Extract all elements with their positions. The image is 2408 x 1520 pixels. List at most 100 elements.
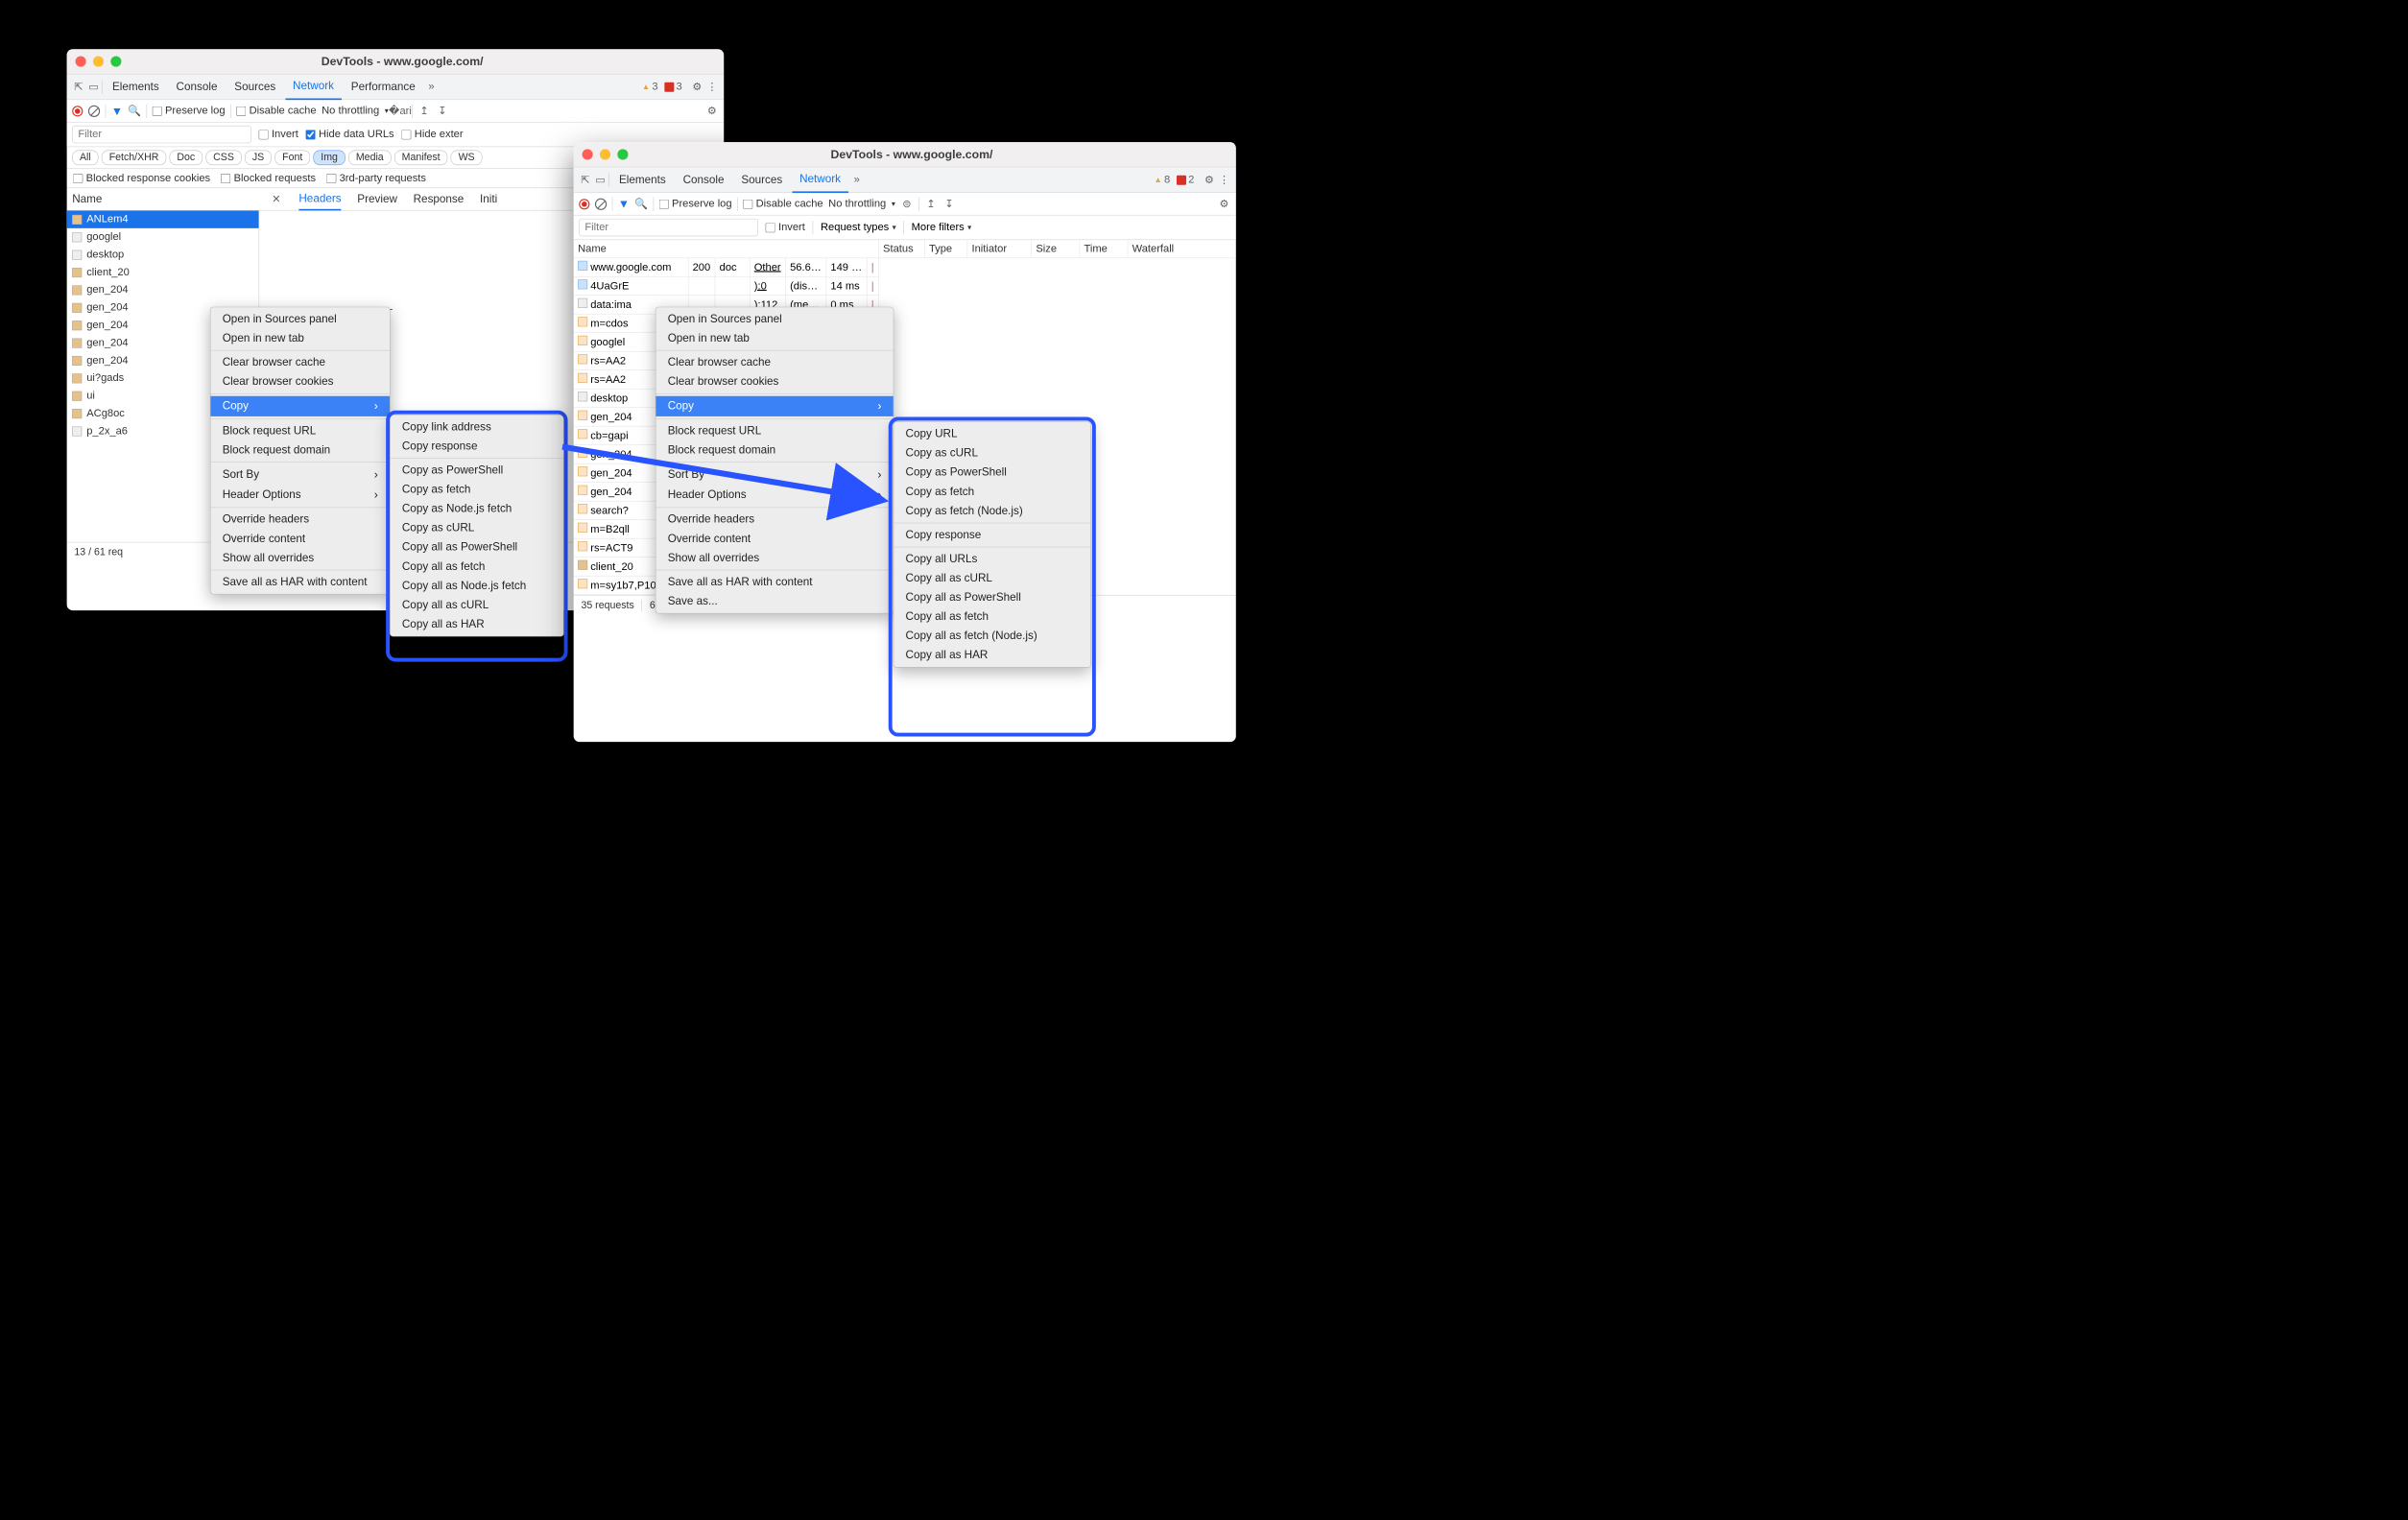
tab-console[interactable]: Console	[169, 74, 226, 100]
blocked-cookies-check[interactable]: Blocked response cookies	[73, 172, 210, 184]
pill-js[interactable]: JS	[245, 151, 272, 166]
disable-cache-check[interactable]: Disable cache	[236, 105, 316, 117]
subtab-headers[interactable]: Headers	[298, 193, 341, 211]
device-icon[interactable]: ▭	[87, 81, 100, 93]
pill-css[interactable]: CSS	[205, 151, 241, 166]
clear-icon[interactable]	[595, 198, 607, 209]
invert-check[interactable]: Invert	[766, 222, 805, 234]
request-row[interactable]: desktop	[67, 246, 259, 263]
kebab-icon[interactable]: ⋮	[705, 81, 718, 93]
request-types-select[interactable]: Request types	[821, 222, 895, 234]
pill-all[interactable]: All	[72, 151, 98, 166]
mi-open-sources[interactable]: Open in Sources panel	[210, 310, 390, 329]
settings-icon[interactable]: ⚙	[705, 105, 718, 117]
mi-open-sources[interactable]: Open in Sources panel	[656, 310, 893, 329]
request-row[interactable]: googlel	[67, 228, 259, 246]
download-icon[interactable]: ↧	[436, 105, 448, 117]
disable-cache-check[interactable]: Disable cache	[743, 198, 823, 210]
blocked-req-check[interactable]: Blocked requests	[221, 172, 316, 184]
preserve-log-check[interactable]: Preserve log	[153, 105, 226, 117]
throttling-select[interactable]: No throttling	[322, 105, 379, 117]
inspect-icon[interactable]: ⇱	[579, 174, 591, 186]
inspect-icon[interactable]: ⇱	[72, 81, 84, 93]
mi-clear-cookies[interactable]: Clear browser cookies	[656, 372, 893, 392]
close-icon[interactable]	[583, 149, 593, 159]
download-icon[interactable]: ↧	[942, 198, 955, 210]
minimize-icon[interactable]	[600, 149, 610, 159]
mi-clear-cache[interactable]: Clear browser cache	[210, 353, 390, 372]
mi-block-url[interactable]: Block request URL	[656, 421, 893, 440]
record-icon[interactable]	[72, 106, 83, 116]
zoom-icon[interactable]	[110, 56, 121, 66]
settings-icon[interactable]: ⚙	[1203, 174, 1215, 186]
tab-elements[interactable]: Elements	[105, 74, 166, 100]
third-party-check[interactable]: 3rd-party requests	[326, 172, 426, 184]
device-icon[interactable]: ▭	[594, 174, 607, 186]
request-row[interactable]: ANLem4	[67, 210, 259, 227]
tab-sources[interactable]: Sources	[227, 74, 284, 100]
request-row[interactable]: gen_204	[67, 281, 259, 298]
hide-data-urls-check[interactable]: Hide data URLs	[306, 129, 394, 141]
subtab-preview[interactable]: Preview	[357, 193, 397, 205]
mi-open-tab[interactable]: Open in new tab	[210, 329, 390, 348]
tab-network[interactable]: Network	[285, 74, 342, 100]
invert-check[interactable]: Invert	[259, 129, 298, 141]
mi-sort[interactable]: Sort By	[210, 464, 390, 485]
mi-save-har[interactable]: Save all as HAR with content	[656, 573, 893, 592]
mi-clear-cache[interactable]: Clear browser cache	[656, 353, 893, 372]
table-row[interactable]: 4UaGrE):0(dis…14 ms|	[574, 277, 879, 296]
search-icon[interactable]: 🔍	[129, 105, 141, 117]
record-icon[interactable]	[579, 199, 589, 209]
pill-manifest[interactable]: Manifest	[394, 151, 448, 166]
kebab-icon[interactable]: ⋮	[1218, 174, 1230, 186]
pill-media[interactable]: Media	[348, 151, 391, 166]
tab-elements[interactable]: Elements	[611, 167, 673, 193]
warn-badge[interactable]: 8	[1155, 174, 1171, 186]
more-tabs-icon[interactable]: »	[425, 81, 438, 93]
mi-override-content[interactable]: Override content	[656, 529, 893, 548]
col-size[interactable]: Size	[1032, 240, 1080, 258]
pill-doc[interactable]: Doc	[170, 151, 203, 166]
settings-icon[interactable]: ⚙	[1218, 198, 1230, 210]
mi-open-tab[interactable]: Open in new tab	[656, 329, 893, 348]
close-icon[interactable]	[76, 56, 86, 66]
mi-header-opts[interactable]: Header Options	[210, 485, 390, 505]
hide-ext-check[interactable]: Hide exter	[401, 129, 463, 141]
more-filters-select[interactable]: More filters	[912, 222, 971, 234]
tab-console[interactable]: Console	[676, 167, 732, 193]
mi-save-as[interactable]: Save as...	[656, 592, 893, 611]
mi-block-domain[interactable]: Block request domain	[210, 440, 390, 460]
wifi-icon[interactable]: �ari	[393, 105, 406, 117]
filter-input[interactable]	[72, 126, 251, 143]
filter-icon[interactable]: ▼	[618, 197, 630, 210]
more-tabs-icon[interactable]: »	[850, 174, 863, 186]
tab-sources[interactable]: Sources	[734, 167, 791, 193]
tab-performance[interactable]: Performance	[344, 74, 423, 100]
throttling-select[interactable]: No throttling	[828, 198, 886, 210]
mi-copy[interactable]: Copy	[210, 396, 390, 416]
search-icon[interactable]: 🔍	[635, 198, 648, 210]
mi-override-content[interactable]: Override content	[210, 529, 390, 548]
settings-icon[interactable]: ⚙	[691, 81, 703, 93]
filter-input[interactable]	[579, 219, 758, 236]
clear-icon[interactable]	[88, 105, 100, 116]
request-row[interactable]: client_20	[67, 264, 259, 281]
col-status[interactable]: Status	[879, 240, 925, 258]
close-detail-icon[interactable]: ✕	[270, 193, 282, 205]
upload-icon[interactable]: ↥	[924, 198, 937, 210]
col-name[interactable]: Name	[574, 240, 879, 258]
mi-override-headers[interactable]: Override headers	[210, 510, 390, 529]
filter-icon[interactable]: ▼	[111, 104, 123, 117]
pill-ws[interactable]: WS	[451, 151, 483, 166]
pill-font[interactable]: Font	[274, 151, 310, 166]
mi-clear-cookies[interactable]: Clear browser cookies	[210, 372, 390, 392]
zoom-icon[interactable]	[617, 149, 628, 159]
wifi-icon[interactable]: ⊜	[900, 198, 913, 210]
tab-network[interactable]: Network	[792, 167, 848, 193]
table-row[interactable]: www.google.com200docOther56.6…149 …|	[574, 258, 879, 276]
pill-img[interactable]: Img	[313, 151, 345, 166]
mi-show-overrides[interactable]: Show all overrides	[210, 548, 390, 567]
col-initiator[interactable]: Initiator	[967, 240, 1032, 258]
minimize-icon[interactable]	[93, 56, 104, 66]
mi-show-overrides[interactable]: Show all overrides	[656, 548, 893, 567]
